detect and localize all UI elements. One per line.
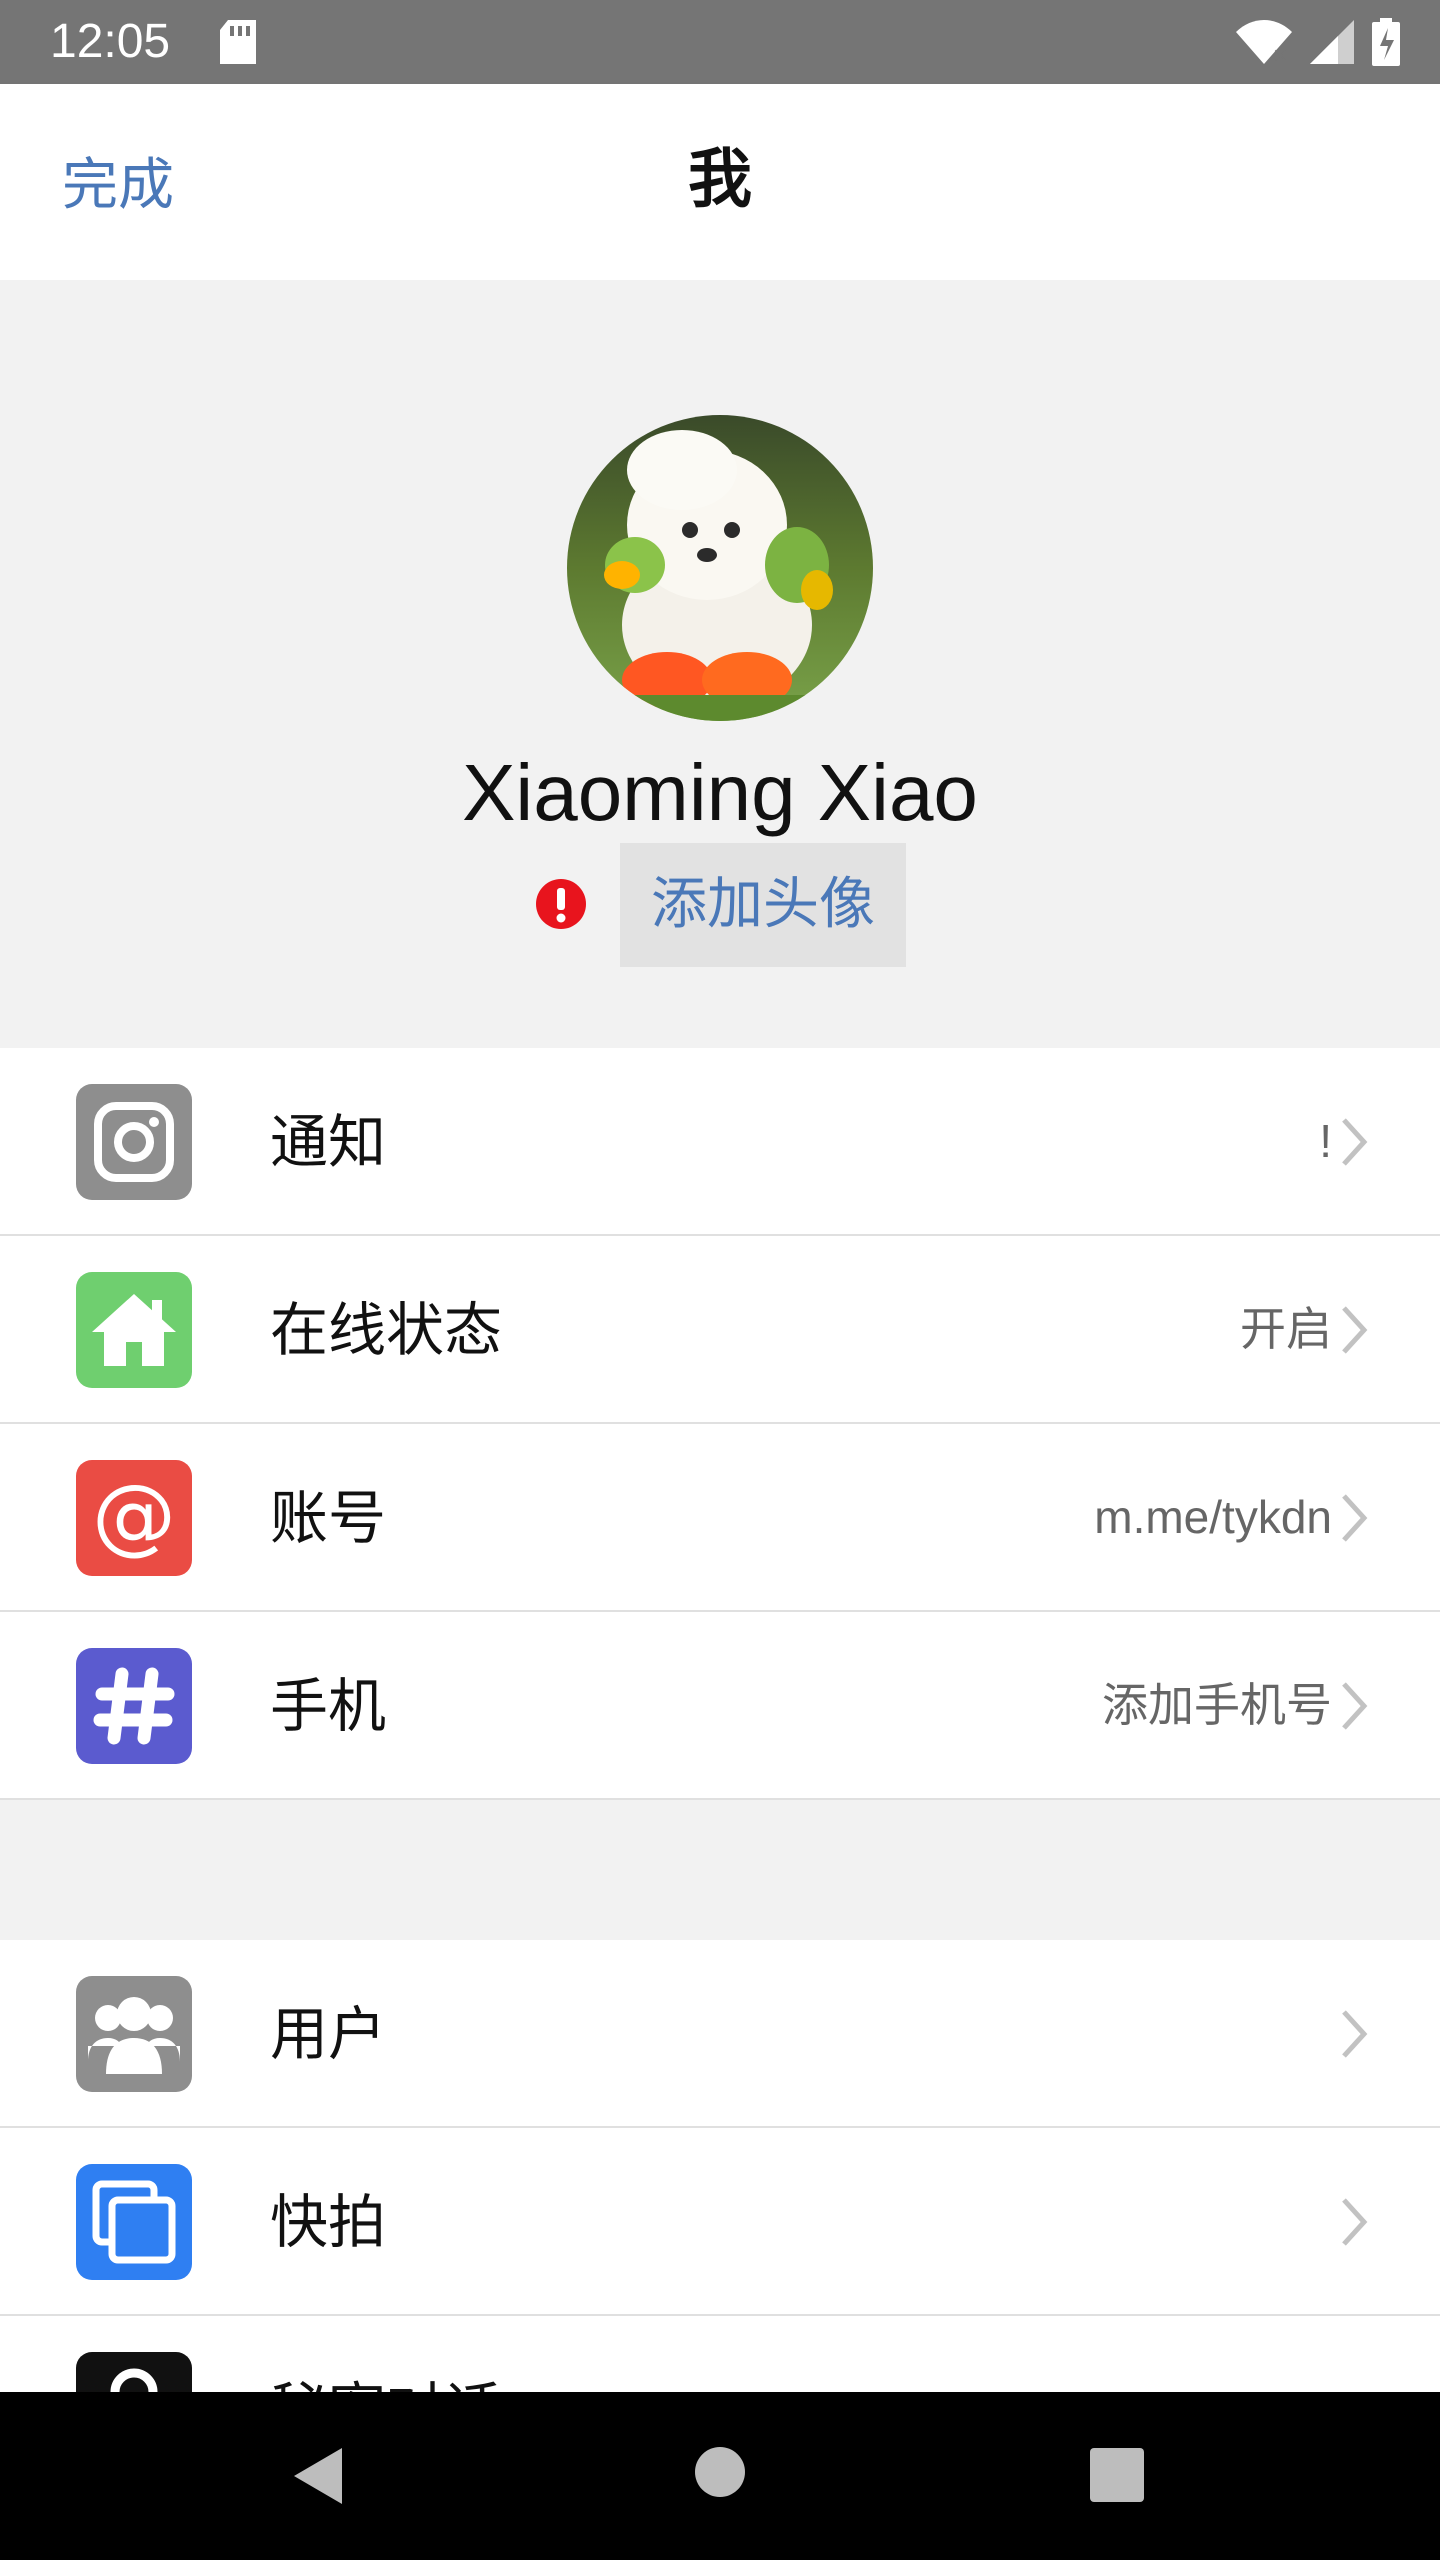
back-icon[interactable] xyxy=(290,2444,346,2512)
instagram-camera-icon xyxy=(76,1084,192,1200)
settings-row-value: m.me/tykdn xyxy=(1094,1491,1332,1543)
settings-row-label: 手机 xyxy=(270,1672,387,1740)
sd-card-icon xyxy=(220,20,256,68)
settings-row-value: 添加手机号 xyxy=(1102,1679,1332,1731)
avatar[interactable] xyxy=(567,415,873,721)
chevron-right-icon xyxy=(1340,1304,1368,1360)
status-bar: 12:05 × xyxy=(0,0,1440,84)
settings-row-online-status[interactable]: 在线状态 开启 xyxy=(0,1236,1440,1424)
copy-icon xyxy=(76,2164,192,2280)
system-navigation-bar xyxy=(0,2392,1440,2560)
add-avatar-button[interactable]: 添加头像 xyxy=(620,843,906,967)
chevron-right-icon xyxy=(1340,2008,1368,2064)
recents-icon[interactable] xyxy=(1090,2448,1144,2506)
profile-header: Xiaoming Xiao 添加头像 xyxy=(0,280,1440,1048)
svg-text:@: @ xyxy=(92,1476,176,1560)
hashtag-icon xyxy=(76,1648,192,1764)
settings-row-secret-conversations[interactable]: 秘密对话 xyxy=(0,2316,1440,2392)
status-time: 12:05 xyxy=(50,15,171,68)
chevron-right-icon xyxy=(1340,1492,1368,1548)
users-icon xyxy=(76,1976,192,2092)
wifi-icon: × xyxy=(1236,20,1292,68)
chevron-right-icon xyxy=(1340,2196,1368,2252)
section-spacer xyxy=(0,1800,1440,1940)
home-button-icon[interactable] xyxy=(694,2446,746,2502)
settings-row-label: 用户 xyxy=(270,2000,387,2068)
settings-row-value: 开启 xyxy=(1240,1303,1332,1355)
settings-row-notifications[interactable]: 通知 ! xyxy=(0,1048,1440,1236)
settings-row-label: 秘密对话 xyxy=(270,2374,502,2392)
home-icon xyxy=(76,1272,192,1388)
warning-icon xyxy=(535,878,587,934)
chevron-right-icon xyxy=(1340,1680,1368,1736)
top-navigation-bar: 完成 我 xyxy=(0,84,1440,280)
settings-row-label: 账号 xyxy=(270,1484,387,1552)
profile-name: Xiaoming Xiao xyxy=(462,748,978,837)
settings-row-label: 通知 xyxy=(270,1108,387,1176)
signal-icon xyxy=(1310,20,1354,68)
battery-icon xyxy=(1372,18,1400,70)
settings-row-label: 在线状态 xyxy=(270,1296,503,1364)
settings-row-phone[interactable]: 手机 添加手机号 xyxy=(0,1612,1440,1800)
svg-text:×: × xyxy=(1272,43,1289,64)
settings-row-stories[interactable]: 快拍 xyxy=(0,2128,1440,2316)
settings-row-account[interactable]: @ 账号 m.me/tykdn xyxy=(0,1424,1440,1612)
settings-row-label: 快拍 xyxy=(270,2188,387,2256)
settings-group-2: 用户 快拍 秘密对话 xyxy=(0,1940,1440,2392)
settings-group-1: 通知 ! 在线状态 开启 @ 账号 m.me/tykdn 手机 添加手机号 xyxy=(0,1048,1440,1800)
settings-row-users[interactable]: 用户 xyxy=(0,1940,1440,2128)
lock-icon xyxy=(76,2352,192,2392)
settings-row-value: ! xyxy=(1319,1115,1332,1167)
at-sign-icon: @ xyxy=(76,1460,192,1576)
chevron-right-icon xyxy=(1340,1116,1368,1172)
page-title: 我 xyxy=(688,143,752,217)
